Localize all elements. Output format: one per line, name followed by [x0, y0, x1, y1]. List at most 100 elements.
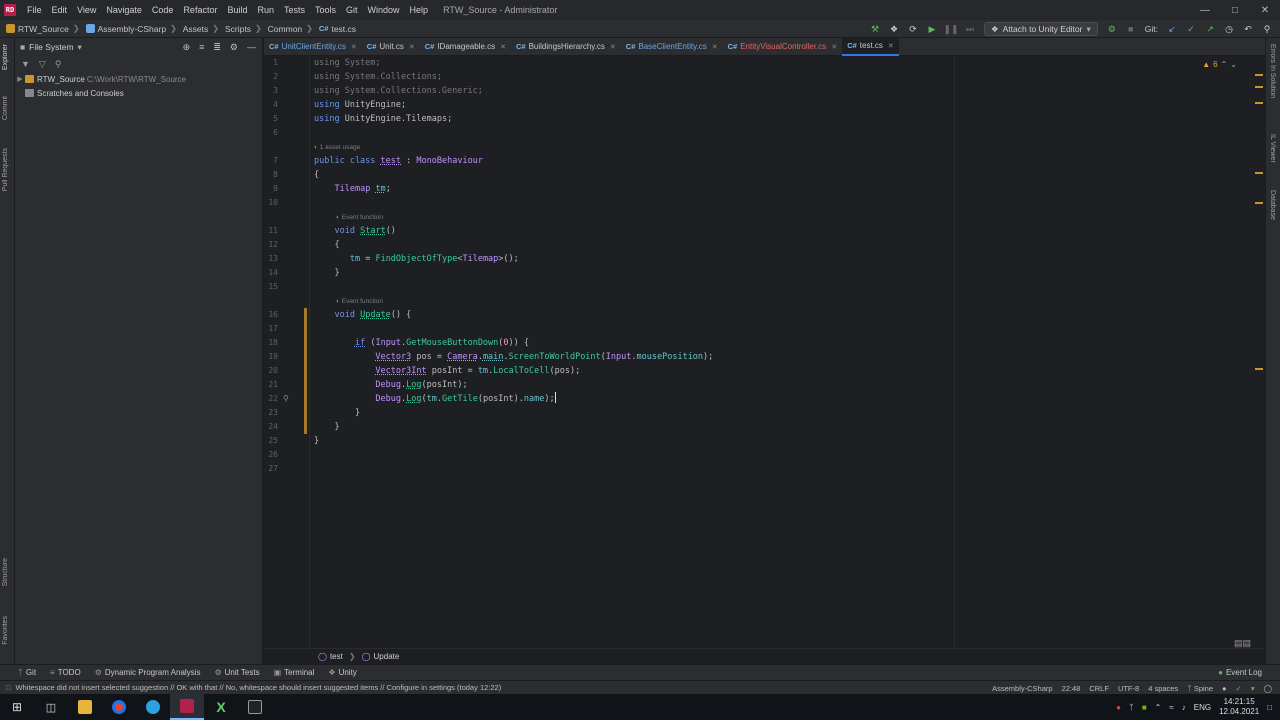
event-log-button[interactable]: ● Event Log: [1218, 668, 1262, 677]
menu-build[interactable]: Build: [222, 5, 252, 15]
chevron-right-icon[interactable]: ▶: [15, 75, 25, 83]
close-icon[interactable]: ✕: [1250, 0, 1280, 20]
chevron-down-icon[interactable]: ▾: [78, 42, 82, 53]
menu-file[interactable]: File: [22, 5, 47, 15]
git-update-icon[interactable]: ↙: [1167, 24, 1177, 34]
language-indicator[interactable]: ENG: [1194, 703, 1211, 712]
tab-unit-cs[interactable]: C# Unit.cs ✕: [362, 38, 420, 56]
expand-all-icon[interactable]: ≡: [199, 42, 204, 53]
task-view-button[interactable]: ◫: [34, 694, 68, 720]
breadcrumb-assets[interactable]: Assets ❯: [177, 24, 219, 34]
breadcrumb-scripts[interactable]: Scripts ❯: [219, 24, 262, 34]
status-line-separator[interactable]: CRLF: [1089, 684, 1109, 693]
nvidia-icon[interactable]: ■: [1142, 703, 1147, 712]
close-tab-icon[interactable]: ✕: [888, 42, 894, 50]
favorites-tool-label[interactable]: Favorites: [2, 616, 9, 645]
tool-unity[interactable]: ❖ Unity: [328, 668, 356, 677]
pause-icon[interactable]: ❚❚: [943, 24, 958, 34]
gear-icon[interactable]: ⚙: [230, 42, 238, 53]
asset-usage-hint[interactable]: ◐ 1 asset usage: [314, 143, 360, 153]
refresh-icon[interactable]: ⟳: [908, 24, 918, 34]
filter-icon[interactable]: ▼: [21, 59, 30, 69]
status-project[interactable]: Assembly-CSharp: [992, 684, 1052, 693]
menu-help[interactable]: Help: [405, 5, 434, 15]
il-viewer-tool-label[interactable]: IL Viewer: [1269, 134, 1276, 163]
close-tab-icon[interactable]: ✕: [712, 43, 718, 51]
errors-in-solution-tool-label[interactable]: Errors In Solution: [1269, 44, 1276, 98]
taskbar-rider[interactable]: [170, 694, 204, 720]
stop-icon[interactable]: ■: [1126, 24, 1136, 34]
chevron-up-icon[interactable]: ⌃: [1155, 703, 1162, 712]
inspection-level-icon[interactable]: ▾: [1251, 684, 1255, 693]
taskbar-telegram[interactable]: [136, 694, 170, 720]
filter-settings-icon[interactable]: ▽: [39, 59, 46, 70]
event-function-hint[interactable]: ◐ Event function: [336, 213, 383, 223]
explorer-title[interactable]: File System: [29, 42, 73, 52]
code-editor[interactable]: ▲ 6 ⌃ ⌄ 1 using System; 2 using System.Col…: [264, 56, 1265, 648]
start-button[interactable]: ⊞: [0, 694, 34, 720]
menu-code[interactable]: Code: [147, 5, 179, 15]
memory-icon[interactable]: ◯: [1264, 684, 1272, 693]
tab-test-cs[interactable]: C# test.cs ✕: [842, 37, 899, 56]
commit-tool-label[interactable]: Commit: [2, 96, 9, 120]
search-icon[interactable]: ⚲: [55, 59, 62, 70]
breadcrumb-project[interactable]: RTW_Source ❯: [0, 24, 80, 34]
status-indent[interactable]: 4 spaces: [1148, 684, 1178, 693]
collapse-all-icon[interactable]: ≣: [213, 42, 221, 53]
menu-navigate[interactable]: Navigate: [101, 5, 147, 15]
minimize-icon[interactable]: —: [1190, 0, 1220, 20]
breadcrumb-common[interactable]: Common ❯: [262, 24, 313, 34]
crumb-class[interactable]: test: [330, 652, 343, 661]
menu-edit[interactable]: Edit: [47, 5, 73, 15]
status-message[interactable]: Whitespace did not insert selected sugge…: [16, 683, 502, 692]
structure-tool-label[interactable]: Structure: [2, 558, 9, 586]
lock-icon[interactable]: ●: [1222, 684, 1227, 693]
maximize-icon[interactable]: □: [1220, 0, 1250, 20]
status-ok-icon[interactable]: ✓: [1236, 684, 1242, 693]
locate-icon[interactable]: ⊕: [183, 42, 191, 53]
tool-git[interactable]: ᛉ Git: [18, 668, 36, 677]
close-tab-icon[interactable]: ✕: [500, 43, 506, 51]
taskbar-chrome[interactable]: [102, 694, 136, 720]
taskbar-xmind[interactable]: X: [204, 694, 238, 720]
menu-run[interactable]: Run: [252, 5, 279, 15]
tab-entityvisualcontroller-cs[interactable]: C# EntityVisualController.cs ✕: [723, 38, 843, 56]
status-encoding[interactable]: UTF-8: [1118, 684, 1139, 693]
hide-icon[interactable]: —: [247, 42, 256, 53]
menu-refactor[interactable]: Refactor: [178, 5, 222, 15]
menu-tools[interactable]: Tools: [310, 5, 341, 15]
unity-icon[interactable]: ❖: [889, 24, 899, 34]
bluetooth-icon[interactable]: ᛉ: [1129, 703, 1134, 712]
crumb-method[interactable]: Update: [374, 652, 400, 661]
menu-window[interactable]: Window: [363, 5, 405, 15]
breadcrumb-file[interactable]: C# test.cs: [313, 24, 356, 34]
clock[interactable]: 14:21:15 12.04.2021: [1219, 697, 1259, 717]
wifi-icon[interactable]: ≈: [1169, 703, 1173, 712]
database-tool-label[interactable]: Database: [1269, 190, 1276, 220]
lightbulb-icon[interactable]: ⚲: [283, 394, 289, 403]
explorer-tool-label[interactable]: Explorer: [2, 44, 9, 70]
tab-basecliententity-cs[interactable]: C# BaseClientEntity.cs ✕: [621, 38, 723, 56]
close-tab-icon[interactable]: ✕: [831, 43, 837, 51]
git-commit-icon[interactable]: ✓: [1186, 24, 1196, 34]
breadcrumb-assembly[interactable]: Assembly-CSharp ❯: [80, 24, 177, 34]
menu-view[interactable]: View: [72, 5, 101, 15]
tree-root-project[interactable]: ▶ RTW_Source C:\Work\RTW\RTW_Source: [15, 72, 262, 86]
event-function-hint[interactable]: ◐ Event function: [336, 297, 383, 307]
status-toggle-icon[interactable]: □: [6, 683, 11, 692]
status-spine[interactable]: ᛉ Spine: [1187, 684, 1213, 693]
tab-buildingshierarchy-cs[interactable]: C# BuildingsHierarchy.cs ✕: [511, 38, 621, 56]
close-tab-icon[interactable]: ✕: [351, 43, 357, 51]
play-icon[interactable]: ▶: [927, 24, 937, 34]
tab-unitcliententity-cs[interactable]: C# UnitClientEntity.cs ✕: [264, 38, 362, 56]
rider-logo-icon[interactable]: RD: [4, 4, 16, 16]
taskbar-explorer[interactable]: [68, 694, 102, 720]
attach-to-unity-dropdown[interactable]: ❖ Attach to Unity Editor ▾: [984, 22, 1098, 36]
search-everywhere-icon[interactable]: ⚲: [1262, 24, 1272, 34]
pull-requests-tool-label[interactable]: Pull Requests: [2, 148, 9, 191]
tool-todo[interactable]: ≡ TODO: [50, 668, 81, 677]
tool-unit-tests[interactable]: ⚙ Unit Tests: [214, 668, 259, 677]
tab-idamageable-cs[interactable]: C# IDamageable.cs ✕: [420, 38, 511, 56]
menu-tests[interactable]: Tests: [279, 5, 310, 15]
git-push-icon[interactable]: ↗: [1205, 24, 1215, 34]
